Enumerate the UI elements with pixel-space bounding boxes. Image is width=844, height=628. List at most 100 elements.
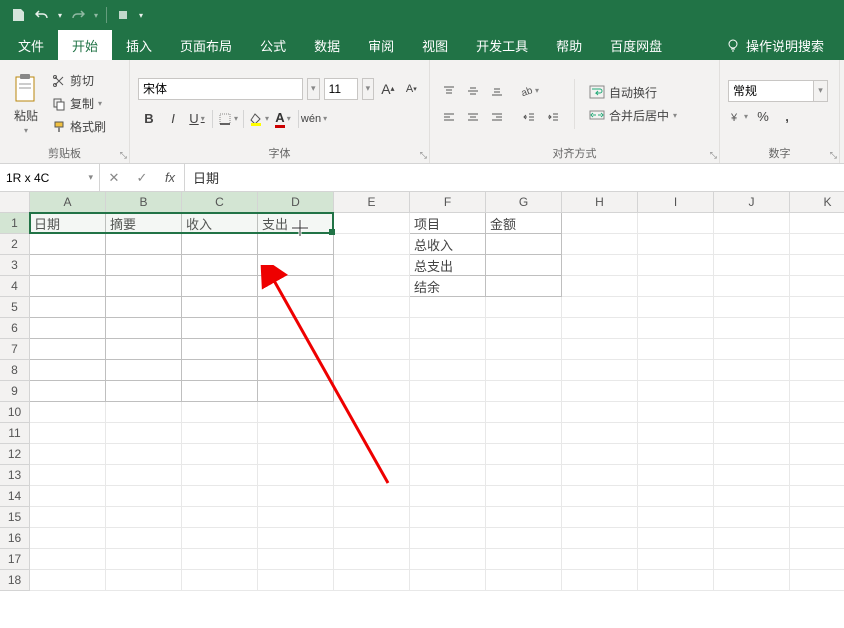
cell-B12[interactable]	[106, 444, 182, 465]
row-header-5[interactable]: 5	[0, 297, 30, 318]
cell-J3[interactable]	[714, 255, 790, 276]
cell-E13[interactable]	[334, 465, 410, 486]
cell-J16[interactable]	[714, 528, 790, 549]
row-header-12[interactable]: 12	[0, 444, 30, 465]
cell-F14[interactable]	[410, 486, 486, 507]
cell-E14[interactable]	[334, 486, 410, 507]
cell-H5[interactable]	[562, 297, 638, 318]
cell-D5[interactable]	[258, 297, 334, 318]
number-format-select[interactable]	[728, 80, 814, 102]
cell-F10[interactable]	[410, 402, 486, 423]
name-box-input[interactable]	[6, 171, 76, 185]
cell-J8[interactable]	[714, 360, 790, 381]
cell-D4[interactable]	[258, 276, 334, 297]
row-header-11[interactable]: 11	[0, 423, 30, 444]
tab-home[interactable]: 开始	[58, 30, 112, 60]
align-dialog-launcher[interactable]: ⤡	[710, 150, 717, 161]
cell-J9[interactable]	[714, 381, 790, 402]
font-name-dd[interactable]: ▾	[307, 78, 320, 100]
cell-H14[interactable]	[562, 486, 638, 507]
fx-button[interactable]: fx	[156, 170, 184, 185]
cell-D3[interactable]	[258, 255, 334, 276]
tab-insert[interactable]: 插入	[112, 30, 166, 60]
orientation-button[interactable]: ab	[518, 80, 540, 102]
cell-C7[interactable]	[182, 339, 258, 360]
cell-D15[interactable]	[258, 507, 334, 528]
cell-I15[interactable]	[638, 507, 714, 528]
wrap-text-button[interactable]: 自动换行	[585, 82, 681, 103]
col-header-F[interactable]: F	[410, 192, 486, 213]
cell-H15[interactable]	[562, 507, 638, 528]
cell-A7[interactable]	[30, 339, 106, 360]
cell-J10[interactable]	[714, 402, 790, 423]
font-dialog-launcher[interactable]: ⤡	[420, 150, 427, 161]
cell-I16[interactable]	[638, 528, 714, 549]
cell-E8[interactable]	[334, 360, 410, 381]
row-header-2[interactable]: 2	[0, 234, 30, 255]
cell-D2[interactable]	[258, 234, 334, 255]
cell-A9[interactable]	[30, 381, 106, 402]
cell-I3[interactable]	[638, 255, 714, 276]
cell-B9[interactable]	[106, 381, 182, 402]
cell-D8[interactable]	[258, 360, 334, 381]
italic-button[interactable]: I	[162, 108, 184, 130]
align-top-button[interactable]	[438, 80, 460, 102]
col-header-H[interactable]: H	[562, 192, 638, 213]
merge-center-button[interactable]: 合并后居中 ▾	[585, 105, 681, 126]
col-header-E[interactable]: E	[334, 192, 410, 213]
tab-review[interactable]: 审阅	[354, 30, 408, 60]
cell-H13[interactable]	[562, 465, 638, 486]
cell-D16[interactable]	[258, 528, 334, 549]
cell-C4[interactable]	[182, 276, 258, 297]
indent-decrease-button[interactable]	[518, 106, 540, 128]
cell-F4[interactable]: 结余	[410, 276, 486, 297]
cell-D11[interactable]	[258, 423, 334, 444]
row-header-16[interactable]: 16	[0, 528, 30, 549]
row-header-13[interactable]: 13	[0, 465, 30, 486]
cell-B3[interactable]	[106, 255, 182, 276]
cell-I17[interactable]	[638, 549, 714, 570]
cell-F12[interactable]	[410, 444, 486, 465]
cell-C1[interactable]: 收入	[182, 213, 258, 234]
align-right-button[interactable]	[486, 106, 508, 128]
cell-J4[interactable]	[714, 276, 790, 297]
undo-icon[interactable]	[30, 3, 54, 27]
cell-H16[interactable]	[562, 528, 638, 549]
col-header-G[interactable]: G	[486, 192, 562, 213]
cancel-entry-button[interactable]: ✕	[100, 170, 128, 186]
bold-button[interactable]: B	[138, 108, 160, 130]
row-header-8[interactable]: 8	[0, 360, 30, 381]
cell-B15[interactable]	[106, 507, 182, 528]
cell-I10[interactable]	[638, 402, 714, 423]
cell-B16[interactable]	[106, 528, 182, 549]
cell-D18[interactable]	[258, 570, 334, 591]
cell-C16[interactable]	[182, 528, 258, 549]
tab-data[interactable]: 数据	[300, 30, 354, 60]
cell-G14[interactable]	[486, 486, 562, 507]
cell-I14[interactable]	[638, 486, 714, 507]
cell-K17[interactable]	[790, 549, 844, 570]
border-button[interactable]	[217, 108, 239, 130]
font-size-select[interactable]	[324, 78, 358, 100]
qat-more-icon[interactable]	[111, 3, 135, 27]
cell-D1[interactable]: 支出	[258, 213, 334, 234]
cell-B10[interactable]	[106, 402, 182, 423]
number-dialog-launcher[interactable]: ⤡	[830, 150, 837, 161]
cell-K4[interactable]	[790, 276, 844, 297]
formula-input[interactable]: 日期	[185, 164, 844, 191]
cell-C18[interactable]	[182, 570, 258, 591]
clipboard-dialog-launcher[interactable]: ⤡	[120, 150, 127, 161]
row-header-3[interactable]: 3	[0, 255, 30, 276]
cell-H10[interactable]	[562, 402, 638, 423]
cell-F13[interactable]	[410, 465, 486, 486]
tab-file[interactable]: 文件	[4, 30, 58, 60]
cell-D14[interactable]	[258, 486, 334, 507]
cell-H4[interactable]	[562, 276, 638, 297]
cell-F7[interactable]	[410, 339, 486, 360]
row-header-7[interactable]: 7	[0, 339, 30, 360]
cell-A15[interactable]	[30, 507, 106, 528]
cell-J12[interactable]	[714, 444, 790, 465]
cell-G3[interactable]	[486, 255, 562, 276]
cell-H7[interactable]	[562, 339, 638, 360]
cell-G13[interactable]	[486, 465, 562, 486]
